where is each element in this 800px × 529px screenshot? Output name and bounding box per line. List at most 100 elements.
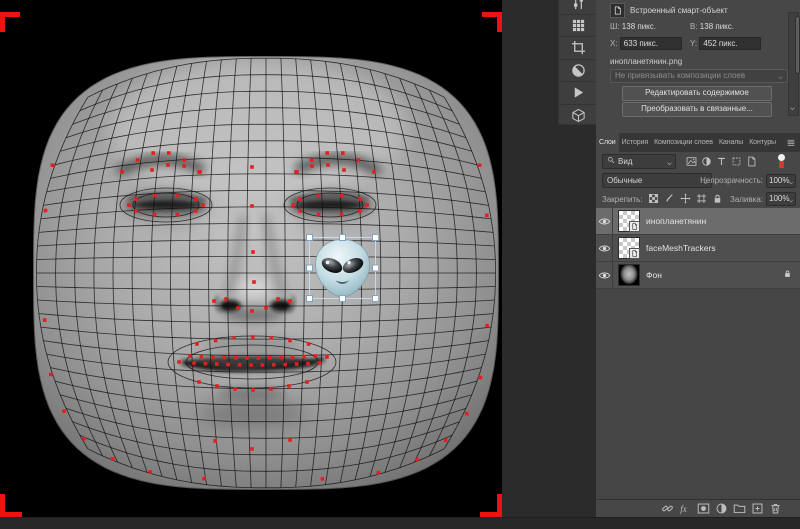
visibility-toggle[interactable]: [596, 208, 613, 234]
visibility-toggle[interactable]: [596, 262, 613, 288]
layer-row-Фон[interactable]: Фон: [596, 262, 800, 289]
chevron-down-icon: [788, 196, 794, 208]
layer-name[interactable]: faceMeshTrackers: [646, 243, 716, 253]
layer-row-инопланетянин[interactable]: инопланетянин: [596, 208, 800, 235]
alien-emoji-smart-object[interactable]: [306, 234, 378, 302]
layer-name[interactable]: инопланетянин: [646, 216, 706, 226]
panel-dock: [558, 0, 597, 125]
layer-list: инопланетянин faceMeshTrackers Фон: [596, 208, 800, 499]
lock-label: Закрепить:: [602, 195, 643, 204]
smart-object-badge-icon: [610, 3, 625, 18]
scrollbar-down-icon[interactable]: [789, 105, 796, 114]
adjustments-halfcircle-icon: [571, 63, 586, 78]
layer-filter-row: Вид: [596, 152, 800, 171]
tab-каналы[interactable]: Каналы: [716, 133, 746, 152]
opacity-label: Непрозрачность:: [700, 176, 763, 185]
face-mesh-image: [0, 0, 502, 517]
fill-label: Заливка:: [730, 195, 763, 204]
layer-thumbnail[interactable]: [618, 264, 640, 286]
type-layers-icon[interactable]: [716, 156, 727, 167]
delete-trash-icon[interactable]: [769, 502, 782, 515]
blend-mode-select[interactable]: Обычные: [602, 173, 712, 188]
eye-icon: [598, 271, 611, 280]
libraries-grid-icon: [571, 18, 586, 33]
layer-row-faceMeshTrackers[interactable]: faceMeshTrackers: [596, 235, 800, 262]
x-label: X:: [610, 39, 618, 48]
adjustment-layers-icon[interactable]: [701, 156, 712, 167]
fill-value[interactable]: 100%: [766, 192, 796, 206]
width-value[interactable]: 138 пикс.: [622, 22, 656, 31]
alien-head: [316, 240, 370, 298]
tab-контуры[interactable]: Контуры: [746, 133, 779, 152]
visibility-toggle[interactable]: [596, 235, 613, 261]
properties-title: Встроенный смарт-объект: [630, 6, 728, 15]
properties-scrollbar[interactable]: [788, 12, 799, 116]
chevron-down-icon: [666, 158, 673, 171]
layer-name[interactable]: Фон: [646, 270, 662, 280]
dock-actions-play[interactable]: [559, 82, 597, 105]
layer-filtering-toggle[interactable]: [777, 154, 786, 169]
3d-cube-icon: [571, 108, 586, 123]
height-label: В:: [690, 22, 698, 31]
layer-comp-placeholder: Не привязывать композиции слоев: [615, 71, 745, 80]
tab-история[interactable]: История: [619, 133, 651, 152]
tab-слои[interactable]: Слои: [596, 133, 619, 152]
convert-to-linked-button[interactable]: Преобразовать в связанные...: [622, 102, 772, 117]
lock-position-icon[interactable]: [680, 193, 691, 206]
toggle-knob: [778, 154, 785, 161]
filter-kind-label: Вид: [618, 157, 632, 166]
x-input[interactable]: 633 пикс.: [620, 37, 682, 50]
lock-artboard-icon[interactable]: [696, 193, 707, 206]
dock-3d-cube[interactable]: [559, 105, 597, 126]
toggle-stem: [779, 161, 784, 168]
lock-transparency-icon[interactable]: [648, 193, 659, 206]
filter-kind-select[interactable]: Вид: [602, 154, 676, 169]
lock-all-icon[interactable]: [712, 193, 723, 206]
layers-footer: [596, 499, 800, 517]
smart-object-badge-icon: [629, 248, 640, 259]
opacity-value[interactable]: 100%: [766, 174, 796, 188]
properties-frame-icon: [571, 40, 586, 55]
panel-menu-icon[interactable]: [786, 138, 796, 149]
layer-thumbnail[interactable]: [618, 210, 640, 232]
edit-contents-button[interactable]: Редактировать содержимое: [622, 86, 772, 101]
window-bottom-strip: [0, 517, 800, 529]
layers-panel: СлоиИсторияКомпозиции слоевКаналыКонтуры…: [596, 133, 800, 517]
link-icon[interactable]: [661, 502, 674, 515]
scrollbar-thumb[interactable]: [795, 16, 800, 74]
photoshop-window: Встроенный смарт-объект Ш: 138 пикс. В: …: [0, 0, 800, 529]
panel-tab-bar: СлоиИсторияКомпозиции слоевКаналыКонтуры: [596, 133, 800, 152]
new-layer-icon[interactable]: [751, 502, 764, 515]
y-input[interactable]: 452 пикс.: [699, 37, 761, 50]
chevron-down-icon: [788, 178, 794, 190]
layer-comp-select[interactable]: Не привязывать композиции слоев: [610, 69, 788, 83]
dock-adjustments-halfcircle[interactable]: [559, 60, 597, 83]
effects-fx-icon[interactable]: [679, 502, 692, 515]
layer-thumbnail[interactable]: [618, 237, 640, 259]
lock-row: Закрепить: Заливка: 100%: [596, 190, 800, 208]
add-mask-icon[interactable]: [697, 502, 710, 515]
eye-icon: [598, 217, 611, 226]
dock-properties-frame[interactable]: [559, 37, 597, 60]
pixel-layers-icon[interactable]: [686, 156, 697, 167]
dock-libraries-grid[interactable]: [559, 15, 597, 38]
height-value[interactable]: 138 пикс.: [700, 22, 734, 31]
document-canvas[interactable]: [0, 0, 502, 517]
y-label: Y:: [690, 39, 697, 48]
blend-mode-value: Обычные: [607, 176, 642, 185]
smart-object-badge-icon: [629, 221, 640, 232]
properties-panel: Встроенный смарт-объект Ш: 138 пикс. В: …: [596, 0, 800, 133]
chevron-down-icon: [777, 73, 784, 85]
smart-object-layers-icon[interactable]: [746, 156, 757, 167]
blend-mode-row: Обычные Непрозрачность: 100%: [596, 171, 800, 190]
tab-композиции-слоев[interactable]: Композиции слоев: [651, 133, 716, 152]
eye-icon: [598, 244, 611, 253]
shape-layers-icon[interactable]: [731, 156, 742, 167]
adjustment-icon[interactable]: [715, 502, 728, 515]
dock-sliders[interactable]: [559, 0, 597, 15]
lock-pixels-icon[interactable]: [664, 193, 675, 206]
actions-play-icon: [571, 85, 586, 100]
sliders-icon: [571, 0, 586, 10]
group-folder-icon[interactable]: [733, 502, 746, 515]
width-label: Ш:: [610, 22, 620, 31]
